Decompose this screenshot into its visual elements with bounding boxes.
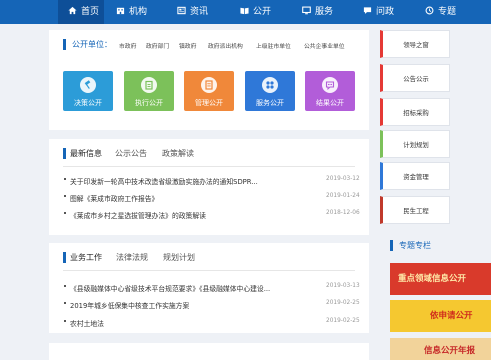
tile-label: 服务公开 xyxy=(256,99,284,107)
nav-item-home[interactable]: 首页 xyxy=(58,0,104,24)
unit-link-town-gov[interactable]: 镇政府 xyxy=(179,41,196,50)
book-icon xyxy=(240,6,249,15)
unit-link-public-institutions[interactable]: 公共企事业单位 xyxy=(304,41,345,50)
newspaper-icon xyxy=(177,6,186,15)
special-title: 专题专栏 xyxy=(399,241,431,250)
sidebar-item-funds[interactable]: 资金管理 xyxy=(380,162,450,190)
tab-plans[interactable]: 规划计划 xyxy=(163,252,195,263)
nav-item-service[interactable]: 服务 xyxy=(302,0,333,24)
item-date: 2019-02-25 xyxy=(326,300,360,306)
special-accent-bar xyxy=(390,240,393,251)
nav-item-inquiry[interactable]: 问政 xyxy=(363,0,394,24)
home-icon xyxy=(68,6,77,15)
open-units-panel: 公开单位： 市政府 政府部门 镇政府 政府派出机构 上级驻市单位 公共企事业单位… xyxy=(49,30,369,130)
tile-label: 管理公开 xyxy=(195,99,223,107)
chat-icon xyxy=(363,6,372,15)
sidebar-item-planning[interactable]: 计划规划 xyxy=(380,130,450,158)
clipboard-icon xyxy=(145,80,153,90)
bullet-icon xyxy=(64,195,66,197)
list-item[interactable]: 图解《莱成市政府工作报告》 2019-01-24 xyxy=(64,193,360,203)
bullet-icon xyxy=(64,285,66,287)
bullet-icon xyxy=(64,212,66,214)
bullet-icon xyxy=(64,320,66,322)
tab-divider xyxy=(63,270,355,271)
unit-link-departments[interactable]: 政府部门 xyxy=(146,41,169,50)
tab-divider xyxy=(63,166,355,167)
list-item[interactable]: 2019年城乡低保集中核查工作实施方案 2019-02-25 xyxy=(64,300,360,310)
tile-result[interactable]: 结果公开 xyxy=(305,71,355,111)
units-title: 公开单位： xyxy=(72,40,112,49)
bullet-icon xyxy=(64,178,66,180)
latest-news-panel: 最新信息 公示公告 政策解读 关于印发新一轮高中技术改造省级激励实施办法的通知S… xyxy=(49,139,369,235)
list-item[interactable]: 《莱成市乡村之星选拔管理办法》的政策解读 2018-12-06 xyxy=(64,210,360,220)
tile-decision[interactable]: 决策公开 xyxy=(63,71,113,111)
building-icon xyxy=(116,6,125,15)
tile-management[interactable]: 管理公开 xyxy=(184,71,234,111)
banner-annual-report[interactable]: 信息公开年报 xyxy=(390,338,491,360)
tab-latest[interactable]: 最新信息 xyxy=(70,148,102,159)
tile-service[interactable]: 服务公开 xyxy=(245,71,295,111)
title-accent-bar xyxy=(63,148,66,159)
monitor-icon xyxy=(302,6,311,15)
unit-link-higher-units[interactable]: 上级驻市单位 xyxy=(256,41,291,50)
list-item[interactable]: 《县级融媒体中心省级技术平台规范要求》《县级融媒体中心建设... 2019-03… xyxy=(64,283,360,293)
top-nav: 首页 机构 资讯 公开 服务 问政 专题 xyxy=(0,0,491,24)
topic-icon xyxy=(425,6,434,15)
banner-key-areas[interactable]: 重点领域信息公开 xyxy=(390,263,491,295)
tab-policy-interpretation[interactable]: 政策解读 xyxy=(162,148,194,159)
item-date: 2019-03-13 xyxy=(326,283,360,289)
result-icon xyxy=(325,81,335,90)
tile-label: 结果公开 xyxy=(316,99,344,107)
tile-label: 决策公开 xyxy=(74,99,102,107)
nav-item-news[interactable]: 资讯 xyxy=(177,0,208,24)
list-item[interactable]: 关于印发新一轮高中技术改造省级激励实施办法的通知SDPR... 2019-03-… xyxy=(64,176,360,186)
banner-on-request[interactable]: 依申请公开 xyxy=(390,300,491,332)
tab-laws[interactable]: 法律法规 xyxy=(116,252,148,263)
sidebar-item-announcements[interactable]: 公告公示 xyxy=(380,64,450,92)
business-panel: 业务工作 法律法规 规划计划 《县级融媒体中心省级技术平台规范要求》《县级融媒体… xyxy=(49,243,369,333)
tile-execution[interactable]: 执行公开 xyxy=(124,71,174,111)
sidebar-item-procurement[interactable]: 招标采购 xyxy=(380,98,450,126)
unit-link-city-gov[interactable]: 市政府 xyxy=(119,41,136,50)
item-date: 2019-02-25 xyxy=(326,318,360,324)
grid-icon xyxy=(266,81,274,89)
document-icon xyxy=(205,80,213,90)
tab-announcements[interactable]: 公示公告 xyxy=(115,148,147,159)
item-date: 2019-03-12 xyxy=(326,176,360,182)
sidebar-item-livelihood[interactable]: 民生工程 xyxy=(380,196,450,224)
tab-business-work[interactable]: 业务工作 xyxy=(70,252,102,263)
unit-link-agencies[interactable]: 政府派出机构 xyxy=(208,41,243,50)
title-accent-bar xyxy=(63,252,66,263)
next-panel xyxy=(49,343,369,360)
gavel-icon xyxy=(84,80,91,89)
nav-item-org[interactable]: 机构 xyxy=(116,0,147,24)
tile-label: 执行公开 xyxy=(135,99,163,107)
list-item[interactable]: 农村土地法 2019-02-25 xyxy=(64,318,360,328)
title-accent-bar xyxy=(63,39,66,50)
nav-item-topic[interactable]: 专题 xyxy=(425,0,456,24)
nav-item-open[interactable]: 公开 xyxy=(240,0,271,24)
sidebar-item-leaders[interactable]: 领导之窗 xyxy=(380,30,450,58)
bullet-icon xyxy=(64,302,66,304)
item-date: 2019-01-24 xyxy=(326,193,360,199)
item-date: 2018-12-06 xyxy=(326,210,360,216)
